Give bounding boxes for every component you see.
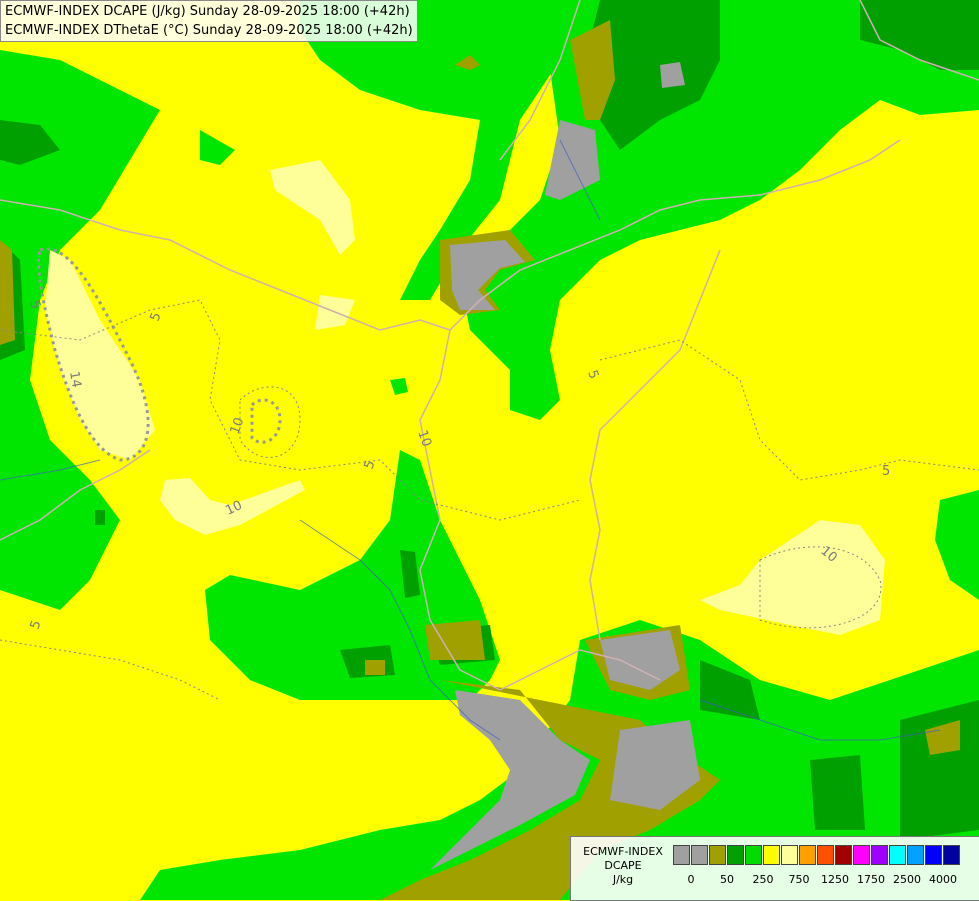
legend-swatch [889,845,906,865]
legend-tick-label: 50 [720,873,734,886]
legend-swatch [691,845,708,865]
legend-tick-label: 1250 [821,873,849,886]
legend-tick-label: 4000 [929,873,957,886]
legend-swatch [853,845,870,865]
map-title-box: ECMWF-INDEX DCAPE (J/kg) Sunday 28-09-20… [0,0,418,42]
legend-swatch [709,845,726,865]
legend-swatch [763,845,780,865]
contour-label: 5 [882,464,890,479]
color-legend: ECMWF-INDEX DCAPE J/kg 0 50 250 750 1250 1750… [570,836,979,901]
contour-label: 14 [66,370,84,389]
legend-swatch [673,845,690,865]
legend-unit: J/kg [612,873,634,886]
dthetae-title: ECMWF-INDEX DThetaE (°C) Sunday 28-09-20… [5,23,413,38]
legend-swatch [871,845,888,865]
legend-title: ECMWF-INDEX DCAPE J/kg [575,845,671,887]
legend-swatches [673,845,961,865]
legend-tick-label: 750 [788,873,810,886]
legend-swatch [925,845,942,865]
dcape-title: ECMWF-INDEX DCAPE (J/kg) Sunday 28-09-20… [5,4,410,19]
dcape-map: 5 14 10 5 10 5 10 5 5 10 5 [0,0,979,900]
legend-swatch [817,845,834,865]
legend-swatch [799,845,816,865]
legend-tick-label: 0 [687,873,695,886]
legend-swatch [835,845,852,865]
legend-swatch [907,845,924,865]
legend-ticks: 0 50 250 750 1250 1750 2500 4000 [673,873,973,889]
legend-swatch [781,845,798,865]
legend-tick-label: 250 [752,873,774,886]
legend-tick-label: 1750 [857,873,885,886]
legend-swatch [727,845,744,865]
legend-title-line1: ECMWF-INDEX [583,845,663,858]
legend-title-line2: DCAPE [604,859,642,872]
legend-swatch [943,845,960,865]
legend-tick-label: 2500 [893,873,921,886]
legend-swatch [745,845,762,865]
